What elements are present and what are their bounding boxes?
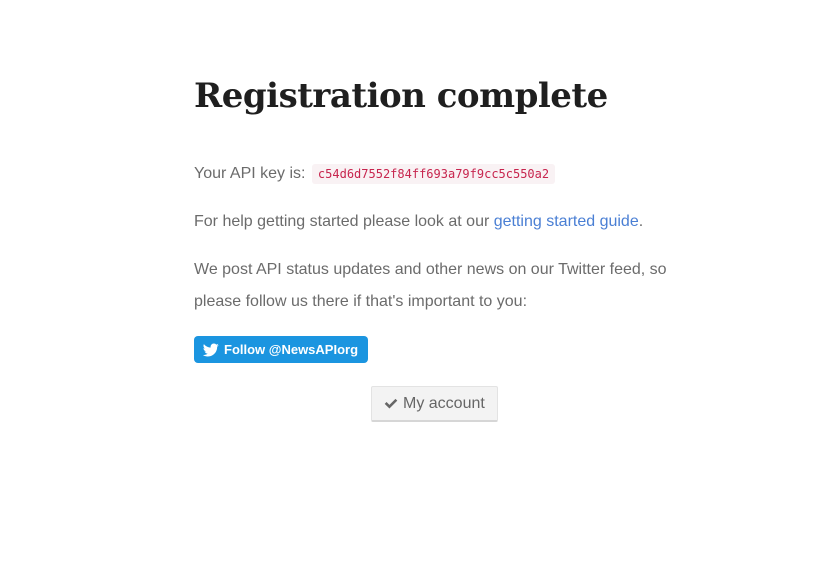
api-key-value: c54d6d7552f84ff693a79f9cc5c550a2 xyxy=(311,164,556,184)
page-title: Registration complete xyxy=(194,76,608,116)
help-paragraph: For help getting started please look at … xyxy=(194,206,674,238)
my-account-button[interactable]: My account xyxy=(371,386,498,422)
getting-started-link[interactable]: getting started guide xyxy=(494,213,639,230)
twitter-follow-button[interactable]: Follow @NewsAPIorg xyxy=(194,336,369,363)
help-prefix: For help getting started please look at … xyxy=(194,213,494,230)
twitter-follow-label: Follow @NewsAPIorg xyxy=(224,342,359,357)
main-content: Registration complete Your API key is: c… xyxy=(194,72,674,363)
my-account-label: My account xyxy=(403,394,485,412)
registration-page: Registration complete Your API key is: c… xyxy=(0,0,840,584)
twitter-bird-icon xyxy=(203,343,219,356)
check-icon xyxy=(384,398,398,409)
news-paragraph: We post API status updates and other new… xyxy=(194,261,667,310)
api-key-paragraph: Your API key is: c54d6d7552f84ff693a79f9… xyxy=(194,158,674,190)
help-suffix: . xyxy=(638,213,644,230)
api-key-label: Your API key is: xyxy=(194,165,310,182)
